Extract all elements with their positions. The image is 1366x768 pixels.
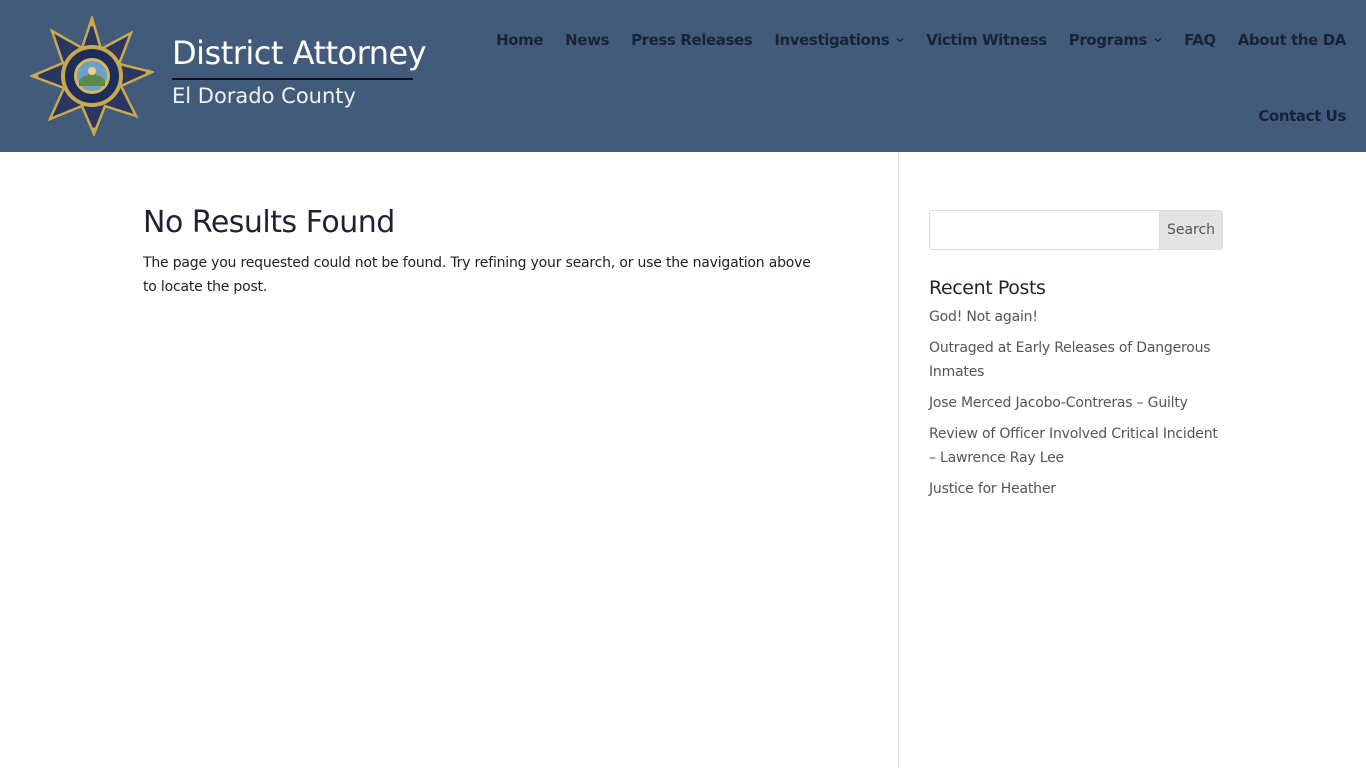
- nav-item-faq[interactable]: FAQ: [1184, 31, 1216, 49]
- recent-post-link[interactable]: Review of Officer Involved Critical Inci…: [929, 426, 1218, 466]
- site-logo[interactable]: District Attorney El Dorado County: [30, 16, 427, 136]
- list-item: Justice for Heather: [929, 477, 1223, 501]
- recent-posts-heading: Recent Posts: [929, 277, 1046, 299]
- list-item: Jose Merced Jacobo-Contreras – Guilty: [929, 391, 1223, 415]
- recent-posts-list: God! Not again! Outraged at Early Releas…: [929, 305, 1223, 501]
- nav-item-victim-witness[interactable]: Victim Witness: [926, 31, 1047, 49]
- search-form: Search: [929, 210, 1223, 250]
- nav-label: Victim Witness: [926, 31, 1047, 49]
- search-input[interactable]: [929, 210, 1159, 250]
- nav-label: Programs: [1068, 31, 1148, 49]
- nav-label: News: [565, 31, 610, 49]
- nav-label: Contact Us: [1258, 107, 1346, 125]
- badge-star-point-4: [33, 73, 39, 79]
- nav-item-news[interactable]: News: [565, 31, 609, 49]
- page-title: No Results Found: [143, 205, 395, 240]
- search-button[interactable]: Search: [1159, 210, 1223, 250]
- list-item: Outraged at Early Releases of Dangerous …: [929, 336, 1223, 384]
- not-found-message: The page you requested could not be foun…: [143, 255, 811, 295]
- nav-item-contact-us[interactable]: Contact Us: [1258, 107, 1346, 125]
- badge-star-point-3: [91, 127, 97, 133]
- recent-post-link[interactable]: Jose Merced Jacobo-Contreras – Guilty: [929, 395, 1188, 411]
- main-navigation: Home News Press Releases Investigations …: [474, 29, 1346, 51]
- nav-label: Home: [496, 31, 544, 49]
- sheriff-star-badge-icon: [30, 16, 154, 136]
- nav-item-programs[interactable]: Programs: [1069, 31, 1162, 49]
- nav-label: Press Releases: [631, 31, 753, 49]
- nav-label: FAQ: [1184, 31, 1216, 49]
- chevron-down-icon: [1154, 38, 1162, 43]
- main-navigation-row-2: Contact Us: [1236, 105, 1346, 127]
- list-item: Review of Officer Involved Critical Inci…: [929, 422, 1223, 470]
- recent-post-link[interactable]: God! Not again!: [929, 309, 1038, 325]
- logo-title: District Attorney: [172, 34, 427, 72]
- nav-item-investigations[interactable]: Investigations: [774, 31, 904, 49]
- list-item: God! Not again!: [929, 305, 1223, 329]
- site-header: District Attorney El Dorado County Home …: [0, 0, 1366, 152]
- recent-post-link[interactable]: Justice for Heather: [929, 481, 1056, 497]
- nav-item-press-releases[interactable]: Press Releases: [631, 31, 753, 49]
- main-content: No Results Found The page you requested …: [143, 205, 833, 299]
- badge-star-point-2: [145, 69, 151, 75]
- badge-star-point-1: [89, 21, 95, 27]
- nav-item-about-the-da[interactable]: About the DA: [1237, 31, 1347, 49]
- nav-item-home[interactable]: Home: [496, 31, 543, 49]
- logo-underline: [172, 78, 413, 80]
- sidebar: Search Recent Posts God! Not again! Outr…: [929, 210, 1223, 508]
- sidebar-divider: [898, 152, 899, 768]
- recent-post-link[interactable]: Outraged at Early Releases of Dangerous …: [929, 340, 1211, 380]
- nav-label: Investigations: [774, 31, 890, 49]
- nav-label: About the DA: [1237, 31, 1347, 49]
- logo-subtitle: El Dorado County: [172, 84, 356, 108]
- chevron-down-icon: [896, 38, 904, 43]
